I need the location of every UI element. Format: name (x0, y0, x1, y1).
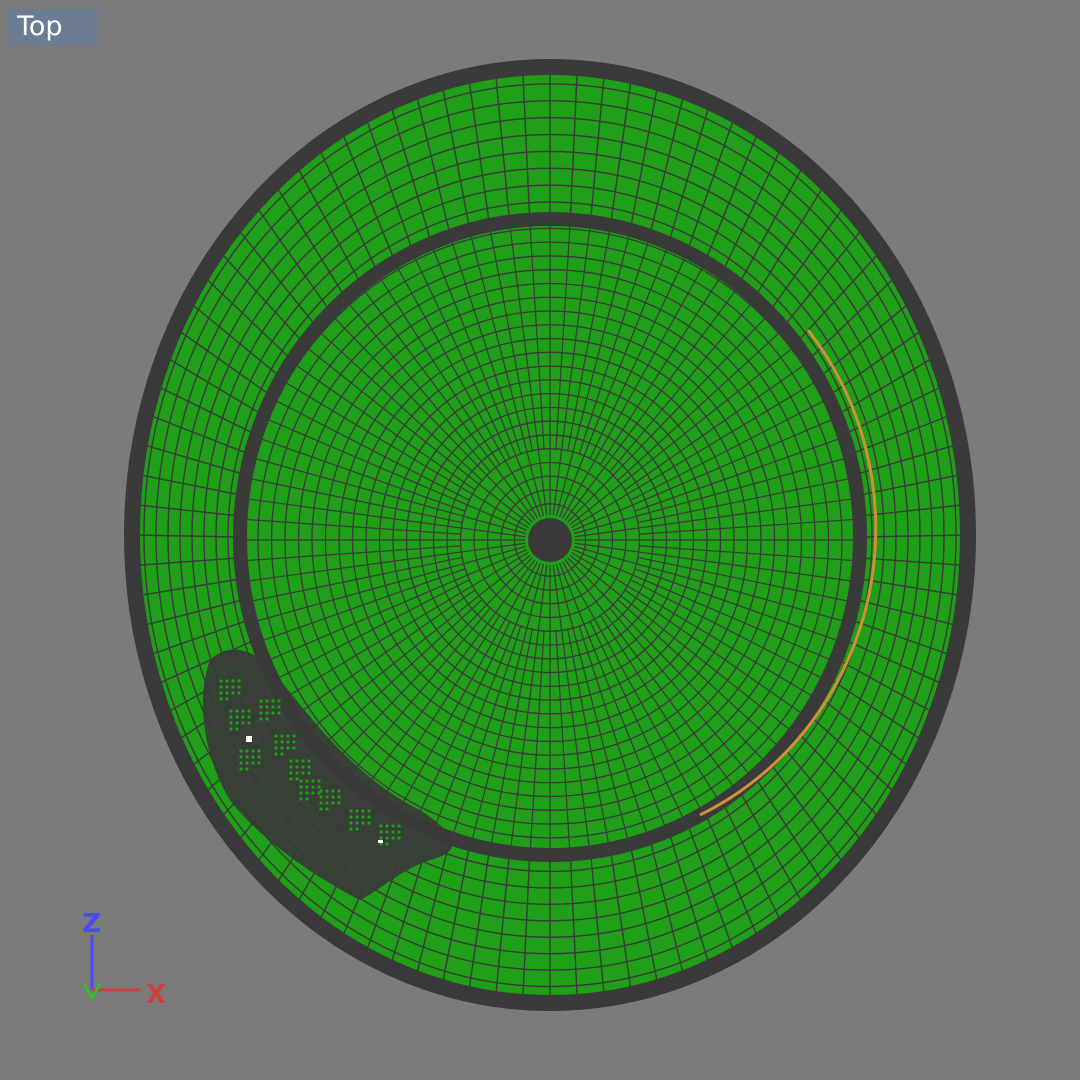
viewport-top[interactable]: Top Z X (0, 0, 1080, 1080)
axis-gizmo: Z X (82, 909, 166, 1010)
center-pole (528, 518, 572, 562)
x-axis-label: X (146, 980, 166, 1010)
z-axis-label: Z (82, 909, 101, 939)
mesh-scene[interactable]: Z X (0, 0, 1080, 1080)
